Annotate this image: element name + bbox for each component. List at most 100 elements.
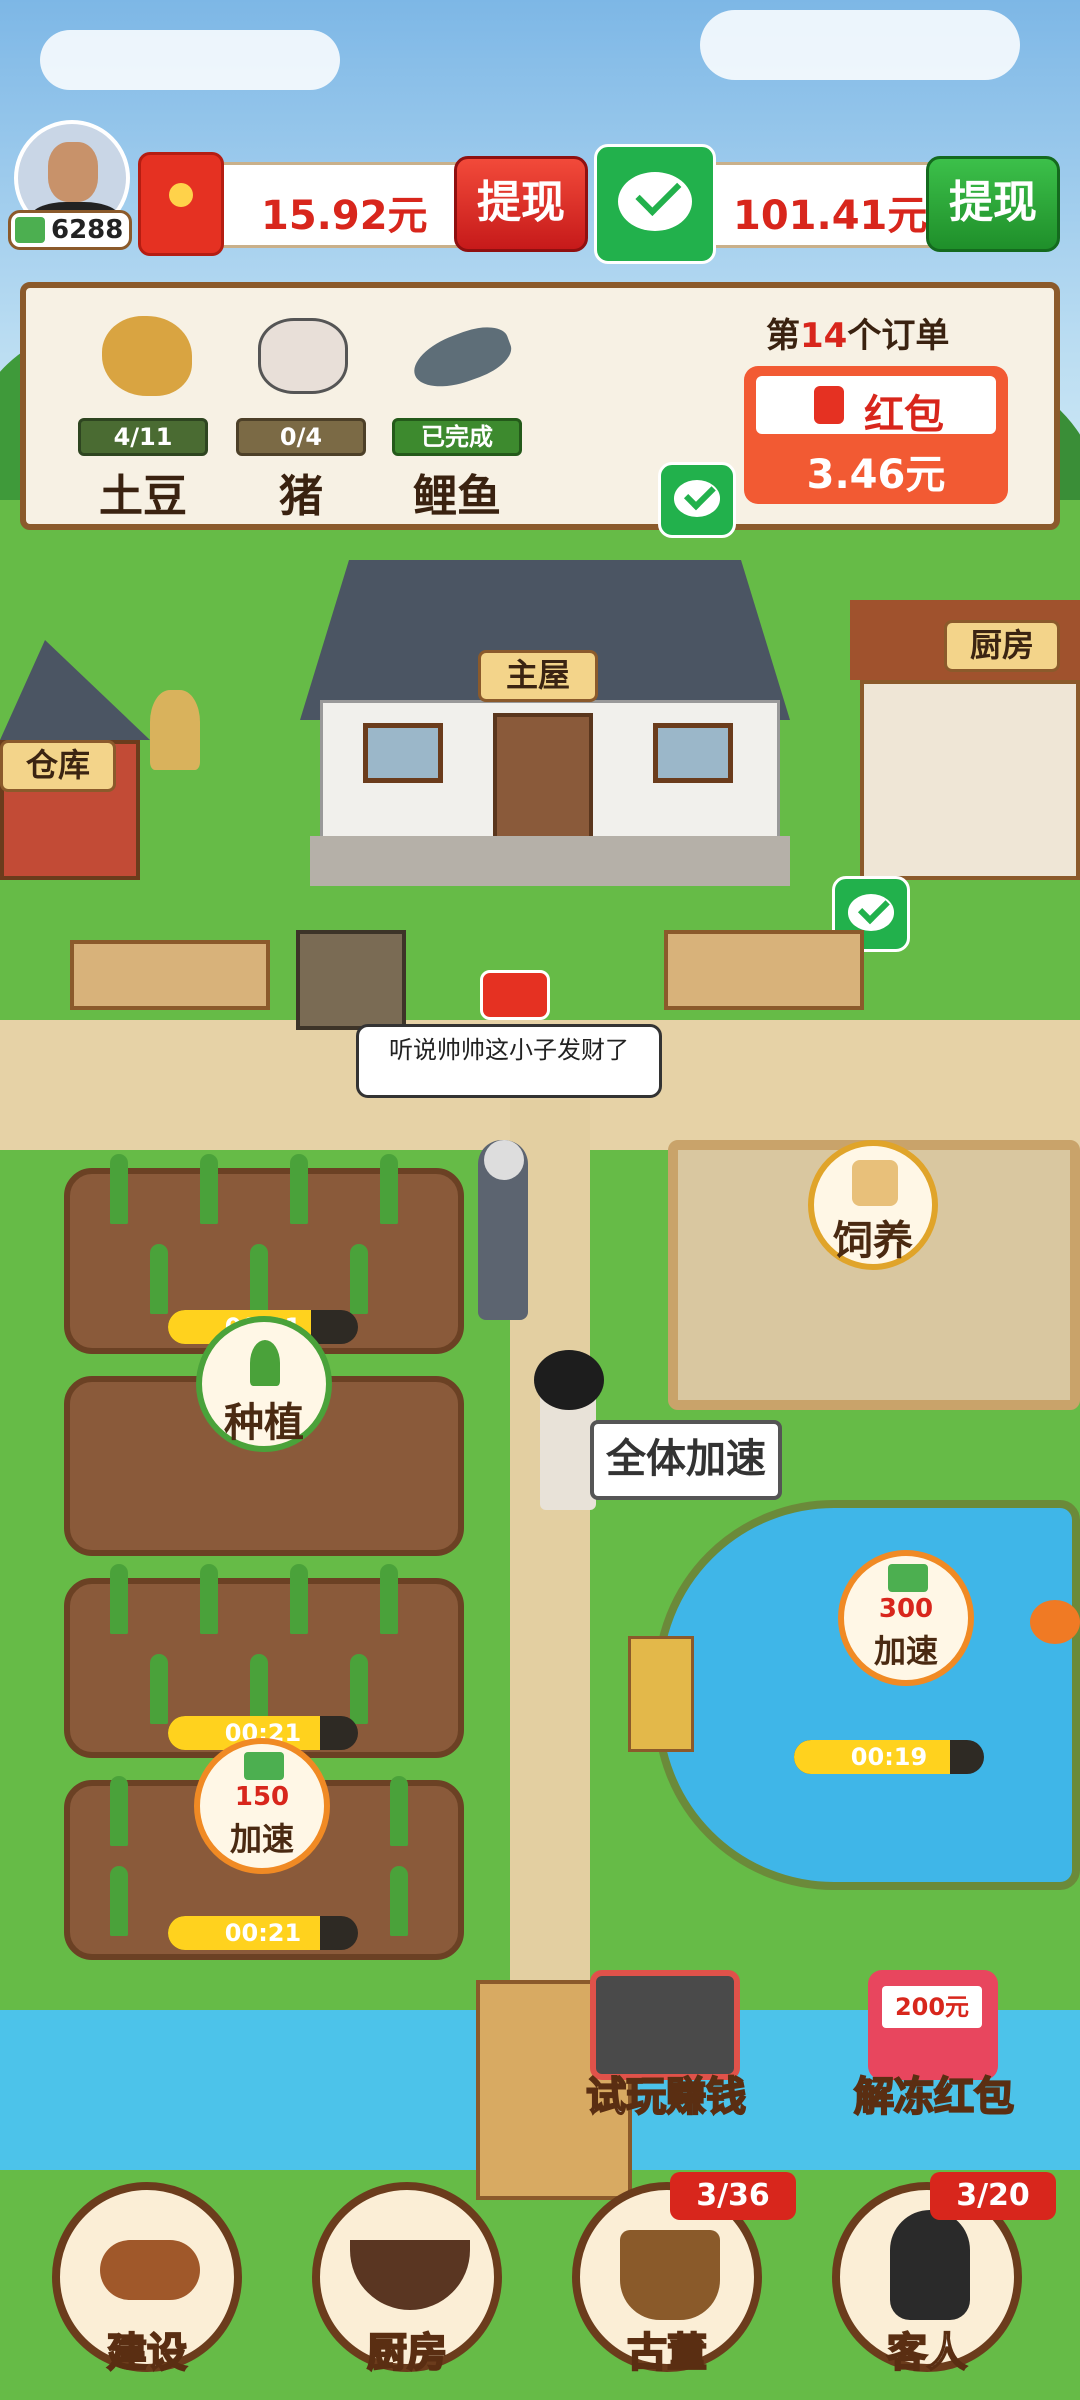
reward-label-box: 红包 [756, 376, 996, 438]
avatar-face [48, 142, 98, 202]
crop-sprout [290, 1154, 308, 1224]
haystack [150, 690, 200, 770]
window [653, 723, 733, 783]
crop-sprout [110, 1564, 128, 1634]
timer-text: 00:21 [224, 1919, 302, 1947]
field-boost-button[interactable]: 150 加速 [194, 1738, 330, 1874]
main-door [493, 713, 593, 841]
red-packet-icon [814, 386, 844, 424]
item-name: 土豆 [99, 471, 187, 522]
coin-count: 6288 [51, 215, 124, 245]
order-title: 第14个订单 [766, 308, 949, 357]
hotpot-icon [350, 2240, 470, 2310]
plant-button[interactable]: 种植 [196, 1316, 332, 1452]
crop-sprout [110, 1866, 128, 1936]
crop-sprout [390, 1776, 408, 1846]
game-scene: 6288 15.92元 提现 101.41元 提现 4/11 土豆 0/4 猪 … [0, 0, 1080, 2400]
crop-sprout [150, 1244, 168, 1314]
unfreeze-redpacket-button[interactable]: 解冻红包 [834, 2064, 1034, 2122]
clownfish [1030, 1600, 1080, 1644]
crop-sprout [350, 1244, 368, 1314]
boost-cost: 150 [234, 1782, 290, 1812]
cash-stack-icon [244, 1752, 284, 1780]
order-reward-button[interactable]: 红包 3.46元 [744, 366, 1008, 504]
guest-icon [890, 2210, 970, 2320]
animal-cage [296, 930, 406, 1030]
cash-stack-icon [888, 1564, 928, 1592]
red-packet-seal [169, 183, 193, 207]
girl-head [534, 1350, 604, 1410]
crop-timer: 00:21 [168, 1916, 358, 1950]
grandpa-head [484, 1140, 524, 1180]
main-house-steps [310, 836, 790, 886]
withdraw-wechat-button[interactable]: 提现 [926, 156, 1060, 252]
crop-sprout [110, 1776, 128, 1846]
wechat-icon [594, 144, 716, 264]
plant-label: 种植 [224, 1400, 304, 1446]
vegetable-stall[interactable] [70, 940, 270, 1010]
cash-stack-icon [15, 217, 45, 243]
npc-speech-bubble: 听说帅帅这小子发财了 [356, 1024, 662, 1098]
item-progress: 已完成 [392, 418, 522, 456]
antique-label: 古董 [626, 2329, 708, 2377]
main-house[interactable] [320, 700, 780, 841]
coin-counter: 6288 [8, 210, 132, 250]
crop-sprout [390, 1866, 408, 1936]
warehouse-sign[interactable]: 仓库 [0, 740, 116, 792]
crop-sprout [290, 1564, 308, 1634]
fish-pond[interactable] [654, 1500, 1080, 1890]
pond-timer: 00:19 [794, 1740, 984, 1774]
crop-sprout [250, 1244, 268, 1314]
crop-sprout [250, 1654, 268, 1724]
play-earn-button[interactable]: 试玩赚钱 [566, 2064, 766, 2122]
crop-sprout [200, 1564, 218, 1634]
cash-amount: 15.92元 [261, 193, 428, 239]
timer-text: 00:19 [850, 1743, 928, 1771]
boost-cost: 300 [878, 1594, 934, 1624]
dock [628, 1636, 694, 1752]
wechat-balance: 101.41元 [690, 162, 950, 248]
cloud [40, 30, 340, 90]
guest-label: 客人 [886, 2329, 968, 2377]
reward-label: 红包 [864, 392, 944, 438]
kitchen-nav-label: 厨房 [366, 2329, 448, 2377]
crop-sprout [380, 1564, 398, 1634]
item-progress: 4/11 [78, 418, 208, 456]
potato-icon [102, 316, 192, 396]
wechat-amount: 101.41元 [733, 193, 928, 239]
guest-badge: 3/20 [930, 2172, 1056, 2220]
feed-sack-icon [852, 1160, 898, 1206]
build-label: 建设 [106, 2329, 188, 2377]
food-stall[interactable] [664, 930, 864, 1010]
crop-sprout [110, 1154, 128, 1224]
crop-sprout [350, 1654, 368, 1724]
order-panel: 4/11 土豆 0/4 猪 已完成 鲤鱼 第14个订单 红包 3.46元 [20, 282, 1060, 530]
order-number: 14 [800, 316, 848, 356]
order-title-suffix: 个订单 [847, 316, 950, 356]
kitchen-sign[interactable]: 厨房 [944, 620, 1060, 672]
order-title-prefix: 第 [766, 316, 800, 356]
crop-sprout [380, 1154, 398, 1224]
feed-label: 饲养 [833, 1218, 913, 1264]
axe-log-icon [100, 2240, 200, 2300]
wechat-float-icon[interactable] [658, 462, 736, 538]
speed-all-button[interactable]: 全体加速 [590, 1420, 782, 1500]
red-packet-icon [138, 152, 224, 256]
window [363, 723, 443, 783]
crop-sprout [200, 1154, 218, 1224]
feed-button[interactable]: 饲养 [808, 1140, 938, 1270]
unfreeze-amount: 200元 [882, 1986, 982, 2028]
main-house-sign[interactable]: 主屋 [478, 650, 598, 702]
crop-sprout [150, 1654, 168, 1724]
boost-label: 加速 [873, 1632, 938, 1670]
cloud [700, 10, 1020, 80]
pond-boost-button[interactable]: 300 加速 [838, 1550, 974, 1686]
item-name: 鲤鱼 [413, 471, 501, 522]
red-packet-icon[interactable] [480, 970, 550, 1020]
item-progress: 0/4 [236, 418, 366, 456]
antique-badge: 3/36 [670, 2172, 796, 2220]
withdraw-cash-button[interactable]: 提现 [454, 156, 588, 252]
kitchen[interactable] [860, 680, 1080, 880]
carp-icon [406, 318, 518, 398]
boost-label: 加速 [229, 1820, 294, 1858]
